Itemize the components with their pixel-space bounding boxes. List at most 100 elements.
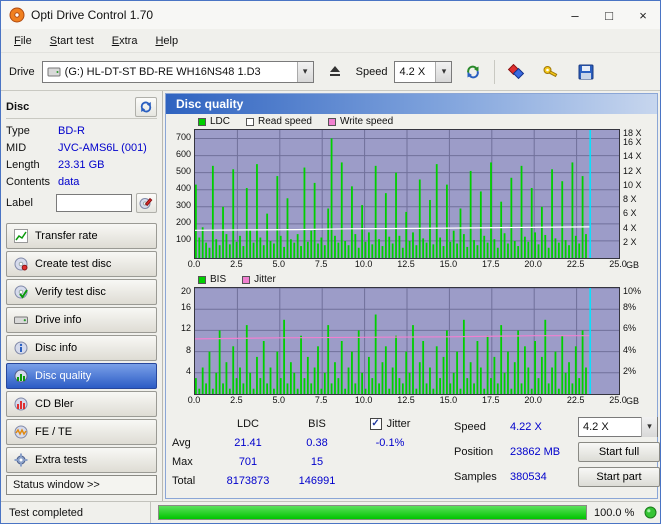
axis-tick: 4 — [185, 365, 191, 376]
gems-icon — [508, 63, 525, 79]
test-speed-select[interactable]: 4.2 X ▾ — [578, 416, 658, 437]
disc-contents-row: Contents data — [6, 173, 157, 190]
close-icon: × — [639, 7, 647, 23]
axis-tick: 12 — [180, 323, 191, 334]
axis-tick: 500 — [175, 165, 191, 176]
sidebar-item-fe-te[interactable]: FE / TE — [6, 419, 157, 445]
results-controls: Speed 4.22 X 4.2 X ▾ Position 23862 MB S… — [454, 414, 660, 496]
sidebar-item-cd-bler[interactable]: CD Bler — [6, 391, 157, 417]
speed-result-label: Speed — [454, 420, 486, 433]
eject-button[interactable] — [321, 59, 349, 85]
axis-tick: 8% — [623, 302, 637, 313]
maximize-button[interactable]: □ — [592, 1, 626, 29]
save-button[interactable] — [572, 59, 600, 85]
menu-extra[interactable]: Extra — [103, 31, 147, 51]
contents-value[interactable]: data — [58, 176, 79, 188]
close-button[interactable]: × — [626, 1, 660, 29]
axis-tick: 10% — [623, 286, 642, 296]
disc-info-icon — [14, 341, 28, 355]
length-value: 23.31 GB — [58, 158, 105, 171]
axis-tick: 25.0 — [609, 395, 627, 405]
ldc-plot — [194, 129, 620, 259]
sidebar-item-transfer-rate[interactable]: Transfer rate — [6, 223, 157, 249]
max-row-label: Max — [172, 455, 193, 468]
axis-tick: 300 — [175, 199, 191, 210]
ldc-swatch — [198, 117, 206, 126]
progress-fill — [159, 506, 586, 519]
register-button[interactable] — [537, 59, 565, 85]
menu-file[interactable]: File — [5, 31, 41, 51]
sidebar-item-drive-info[interactable]: Drive info — [6, 307, 157, 333]
chevron-down-icon: ▾ — [641, 416, 657, 437]
axis-tick: 7.5 — [314, 259, 328, 269]
label-label: Label — [6, 197, 33, 209]
cd-bler-icon — [14, 397, 28, 411]
axis-tick: 0.0 — [187, 259, 201, 269]
results-panel: LDC BIS ✓ Jitter Avg 21.41 0.38 -0.1% Ma… — [166, 408, 660, 498]
disc-quality-panel: Disc quality LDC Read speed Write speed … — [165, 93, 660, 499]
sidebar-item-disc-quality[interactable]: Disc quality — [6, 363, 157, 389]
drive-icon — [47, 67, 61, 76]
disc-label-input[interactable] — [55, 194, 132, 212]
axis-tick: 4% — [623, 344, 637, 355]
edit-label-button[interactable] — [135, 193, 157, 213]
sidebar-item-extra-tests[interactable]: Extra tests — [6, 447, 157, 473]
refresh-button[interactable] — [459, 59, 487, 85]
axis-tick: 12.5 — [397, 395, 415, 405]
panel-title-text: Disc quality — [176, 97, 244, 111]
length-label: Length — [6, 158, 40, 171]
start-full-button[interactable]: Start full — [578, 441, 660, 462]
drive-info-icon — [14, 316, 28, 324]
disc-label-row: Label — [6, 190, 157, 216]
results-table: LDC BIS ✓ Jitter Avg 21.41 0.38 -0.1% Ma… — [172, 414, 432, 496]
sidebar-item-label: Extra tests — [35, 454, 87, 466]
menu-start-test[interactable]: Start test — [41, 31, 103, 51]
position-value: 23862 MB — [510, 445, 561, 458]
total-ldc-value: 8173873 — [226, 474, 270, 487]
samples-value: 380534 — [510, 470, 547, 483]
menu-help[interactable]: Help — [146, 31, 187, 51]
status-window-button[interactable]: Status window >> — [6, 475, 157, 495]
refresh-disc-button[interactable] — [135, 96, 157, 117]
sidebar-item-label: Drive info — [35, 314, 82, 326]
sidebar-item-verify-test-disc[interactable]: Verify test disc — [6, 279, 157, 305]
key-icon — [543, 65, 558, 77]
avg-jitter-value: -0.1% — [375, 436, 405, 449]
disc-edit-icon — [139, 197, 153, 209]
bis-right-axis: 10% 8% 6% 4% 2% — [620, 287, 654, 393]
sidebar-buttons: Transfer rate Create test disc Verify te… — [6, 223, 157, 473]
ldc-column-header: LDC — [236, 417, 259, 430]
jitter-checkbox[interactable]: ✓ — [369, 417, 382, 430]
ldc-chart-svg — [194, 130, 619, 258]
sidebar-item-disc-info[interactable]: Disc info — [6, 335, 157, 361]
axis-tick: 400 — [175, 182, 191, 193]
drive-select[interactable]: (G:) HL-DT-ST BD-RE WH16NS48 1.D3 ▾ — [41, 60, 314, 83]
axis-tick: 0.0 — [187, 395, 201, 405]
sidebar-item-label: Verify test disc — [35, 286, 106, 298]
start-part-button[interactable]: Start part — [578, 466, 660, 487]
axis-tick: 8 — [185, 344, 191, 355]
maximize-icon: □ — [605, 7, 613, 23]
axis-tick: 4 X — [623, 222, 637, 233]
minimize-button[interactable]: – — [558, 1, 592, 29]
sidebar-item-label: FE / TE — [35, 426, 73, 438]
bis-x-axis: 0.0 2.5 5.0 7.5 10.0 12.5 15.0 17.5 20.0 22.5 25.0 — [188, 395, 627, 408]
refresh-disc-icon — [140, 101, 152, 113]
axis-tick: 15.0 — [439, 259, 458, 269]
axis-tick: 17.5 — [482, 395, 500, 405]
ldc-legend: LDC Read speed Write speed — [166, 114, 657, 129]
gems-button[interactable] — [502, 59, 530, 85]
speed-select[interactable]: 4.2 X ▾ — [394, 60, 453, 83]
sidebar-item-create-test-disc[interactable]: Create test disc — [6, 251, 157, 277]
ldc-chart-row: 700 600 500 400 300 200 100 18 X 16 X 14 X 12 X 10… — [166, 129, 657, 259]
axis-tick: 10.0 — [354, 395, 373, 405]
legend-read-speed: Read speed — [246, 116, 312, 127]
sidebar: Disc Type BD-R MID JVC-AMS6L (001) Lengt… — [1, 91, 163, 501]
window-title: Opti Drive Control 1.70 — [31, 8, 154, 22]
app-window: Opti Drive Control 1.70 – □ × File Start… — [0, 0, 661, 524]
ldc-left-axis: 700 600 500 400 300 200 100 — [166, 129, 194, 257]
axis-tick: 2% — [623, 365, 637, 376]
disc-section-header: Disc — [6, 95, 157, 119]
axis-tick: 2.5 — [230, 395, 243, 405]
ldc-right-axis: 18 X 16 X 14 X 12 X 10 X8 X6 X4 X2 X — [620, 129, 654, 257]
